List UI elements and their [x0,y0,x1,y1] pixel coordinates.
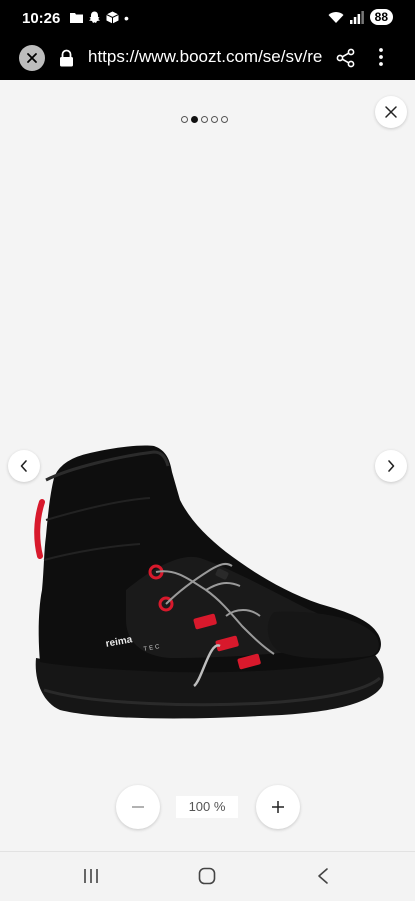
browser-toolbar: https://www.boozt.com/se/sv/re [0,36,415,80]
share-icon[interactable] [336,48,356,68]
close-icon [385,106,397,118]
system-nav-bar [0,851,415,901]
carousel-dot[interactable] [211,116,218,123]
chevron-left-icon [20,460,27,472]
close-icon [27,53,37,63]
status-bar: 10:26 • 88 [0,0,415,36]
product-image[interactable]: reima TEC [30,440,386,720]
cube-icon [106,11,119,24]
folder-icon [70,13,83,23]
close-tab-button[interactable] [19,45,45,71]
zoom-level: 100 % [176,796,238,818]
chevron-right-icon [388,460,395,472]
status-time: 10:26 [22,10,61,27]
snapchat-icon [89,11,100,23]
minus-icon [132,806,144,808]
wifi-icon [328,11,344,23]
close-viewer-button[interactable] [375,96,407,128]
recent-apps-icon[interactable] [83,868,99,884]
more-options-icon[interactable] [378,47,384,67]
carousel-dot[interactable] [201,116,208,123]
battery-indicator: 88 [369,9,393,25]
carousel-dot[interactable] [181,116,188,123]
carousel-dot-active[interactable] [191,116,198,123]
system-icons: 88 [328,9,393,25]
zoom-in-button[interactable] [256,785,300,829]
zoom-out-button[interactable] [116,785,160,829]
more-notifications-dot: • [124,9,129,26]
notification-icons: • [70,9,129,26]
url-field[interactable]: https://www.boozt.com/se/sv/re [88,47,326,67]
plus-icon [272,801,284,813]
back-icon[interactable] [316,867,330,885]
carousel-dot[interactable] [221,116,228,123]
home-icon[interactable] [198,867,216,885]
lock-icon [60,49,73,67]
image-viewer: reima TEC 100 % [0,80,415,851]
signal-icon [349,10,364,24]
carousel-pagination [181,116,228,123]
